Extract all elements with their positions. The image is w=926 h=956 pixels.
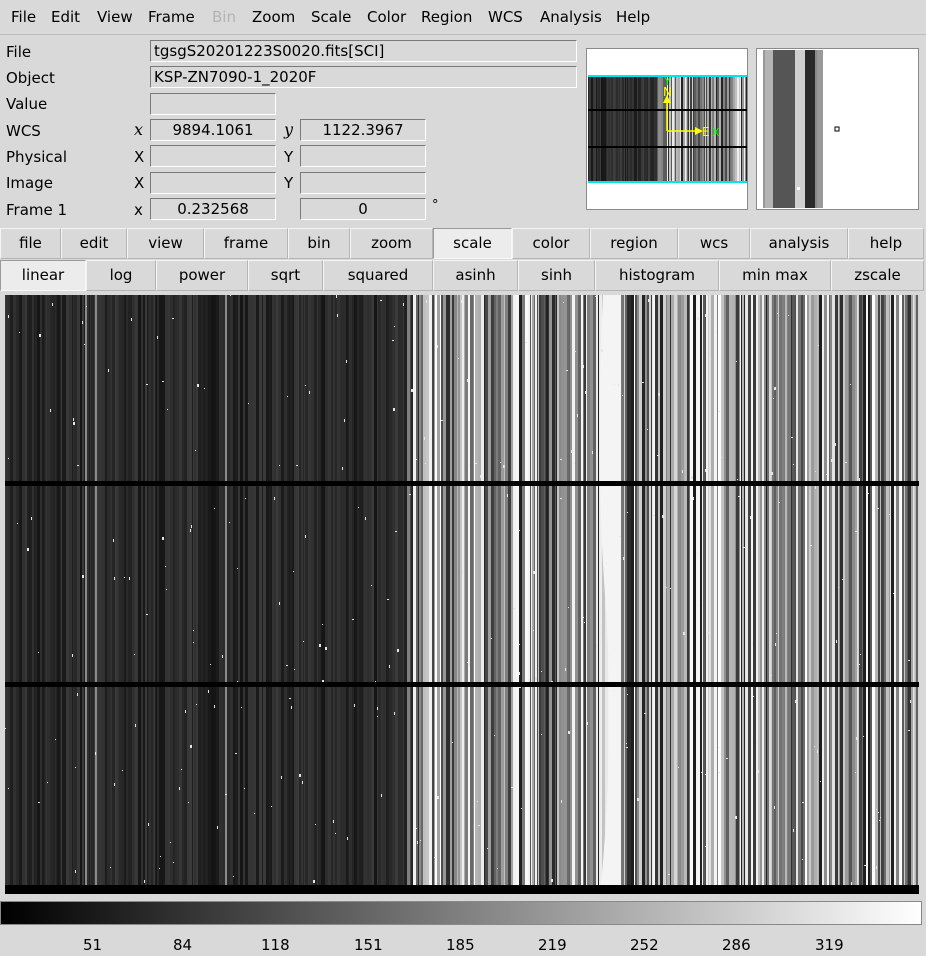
image-display[interactable] (5, 295, 919, 894)
physical-label: Physical (6, 148, 68, 166)
menu-analysis[interactable]: Analysis (540, 8, 602, 26)
value-label: Value (6, 95, 48, 113)
colorbar-tick-label: 84 (173, 936, 193, 954)
menu-edit[interactable]: Edit (51, 8, 80, 26)
wcs-y-field: 1122.3967 (300, 119, 426, 141)
compass-x-label: X (712, 126, 720, 139)
wcs-x-axis-label: x (134, 120, 144, 139)
frame-zoom-axis-label: x (134, 201, 143, 219)
button-edit[interactable]: edit (61, 228, 127, 259)
object-label: Object (6, 69, 55, 87)
button-linear[interactable]: linear (0, 260, 86, 291)
panner[interactable]: N E Y X (586, 48, 748, 210)
button-view[interactable]: view (127, 228, 204, 259)
magnifier-view (763, 50, 840, 208)
colorbar-tick-label: 185 (446, 936, 475, 954)
menu-help[interactable]: Help (616, 8, 650, 26)
colorbar-tick-label: 118 (261, 936, 290, 954)
button-color[interactable]: color (512, 228, 590, 259)
button-histogram[interactable]: histogram (595, 260, 719, 291)
value-field (150, 93, 276, 115)
button-min-max[interactable]: min max (719, 260, 831, 291)
colorbar[interactable] (0, 901, 922, 925)
button-asinh[interactable]: asinh (433, 260, 518, 291)
menu-bar: File Edit View Frame Bin Zoom Scale Colo… (0, 0, 926, 35)
frame-angle-field: 0 (300, 198, 426, 220)
menu-scale[interactable]: Scale (311, 8, 351, 26)
frame-zoom-field: 0.232568 (150, 198, 276, 220)
compass-y-label: Y (663, 75, 671, 88)
button-zoom[interactable]: zoom (350, 228, 433, 259)
menu-bin: Bin (212, 8, 236, 26)
main-button-bar: file edit view frame bin zoom scale colo… (0, 228, 926, 259)
file-field: tgsgS20201223S0020.fits[SCI] (150, 40, 577, 62)
button-file[interactable]: file (0, 228, 61, 259)
physical-y-axis-label: Y (284, 148, 294, 166)
image-label: Image (6, 174, 53, 192)
menu-zoom[interactable]: Zoom (252, 8, 295, 26)
button-sinh[interactable]: sinh (518, 260, 595, 291)
button-wcs[interactable]: wcs (678, 228, 750, 259)
physical-y-field (300, 145, 426, 167)
button-zscale[interactable]: zscale (831, 260, 924, 291)
wcs-label: WCS (6, 122, 41, 140)
menu-frame[interactable]: Frame (148, 8, 195, 26)
button-bin[interactable]: bin (288, 228, 350, 259)
colorbar-tick-label: 319 (815, 936, 844, 954)
image-x-axis-label: X (134, 174, 145, 192)
file-label: File (6, 43, 32, 61)
colorbar-tick-label: 219 (538, 936, 567, 954)
object-field: KSP-ZN7090-1_2020F (150, 66, 577, 88)
spectrum-image (5, 295, 919, 894)
wcs-x-field: 9894.1061 (150, 119, 276, 141)
wcs-y-axis-label: y (284, 120, 294, 139)
menu-view[interactable]: View (97, 8, 133, 26)
colorbar-tick-label: 51 (83, 936, 103, 954)
panner-thumbnail: N E Y X (588, 75, 747, 183)
scale-button-bar: linear log power sqrt squared asinh sinh… (0, 260, 926, 291)
physical-x-field (150, 145, 276, 167)
menu-region[interactable]: Region (421, 8, 472, 26)
image-y-axis-label: Y (284, 174, 294, 192)
frame-angle-unit: ° (432, 198, 439, 213)
menu-color[interactable]: Color (367, 8, 406, 26)
button-scale[interactable]: scale (433, 228, 512, 259)
compass-east-label: E (702, 125, 710, 139)
colorbar-tick-label: 151 (354, 936, 383, 954)
image-x-field (150, 172, 276, 194)
colorbar-tick-label: 286 (722, 936, 751, 954)
button-frame[interactable]: frame (204, 228, 288, 259)
physical-x-axis-label: X (134, 148, 145, 166)
button-analysis[interactable]: analysis (750, 228, 848, 259)
image-y-field (300, 172, 426, 194)
button-squared[interactable]: squared (323, 260, 433, 291)
button-help[interactable]: help (848, 228, 924, 259)
button-sqrt[interactable]: sqrt (248, 260, 323, 291)
menu-file[interactable]: File (11, 8, 36, 26)
button-log[interactable]: log (86, 260, 156, 291)
menu-wcs[interactable]: WCS (488, 8, 523, 26)
button-power[interactable]: power (156, 260, 248, 291)
frame-label: Frame 1 (6, 201, 68, 219)
button-region[interactable]: region (590, 228, 678, 259)
magnifier (756, 48, 919, 210)
colorbar-tick-label: 252 (630, 936, 659, 954)
